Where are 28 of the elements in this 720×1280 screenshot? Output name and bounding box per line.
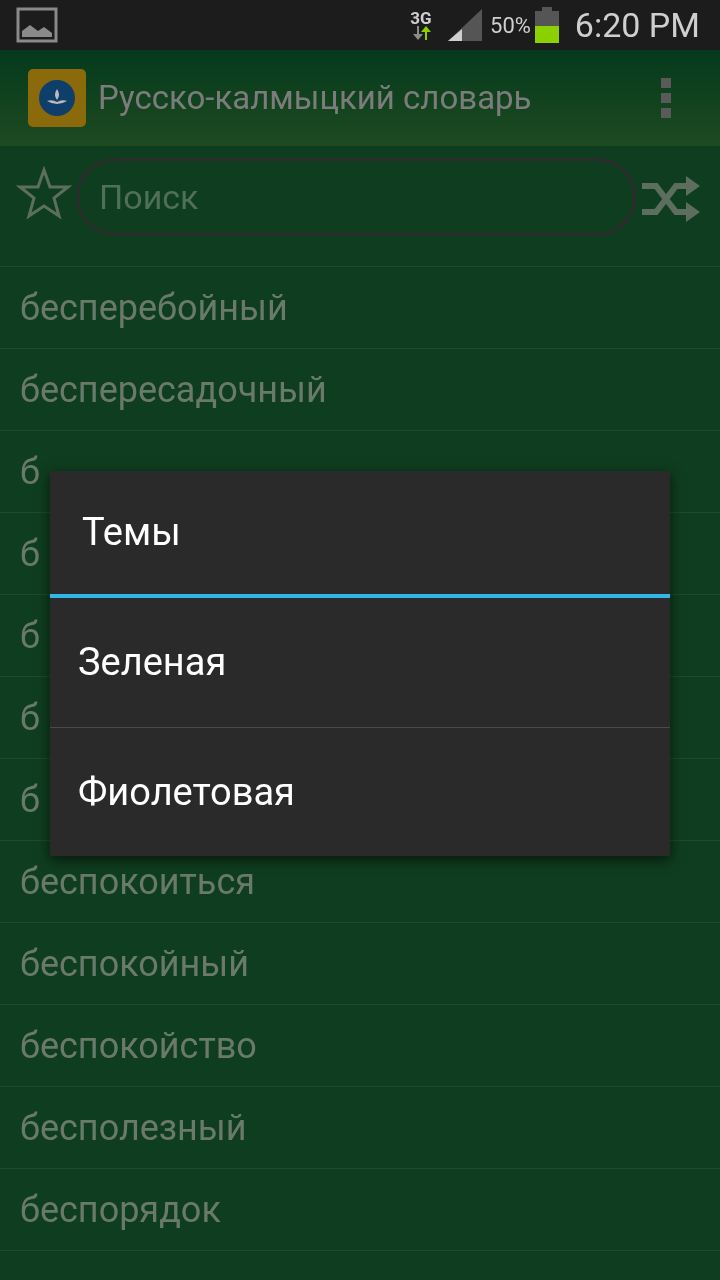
- network-type: 3G: [410, 10, 432, 26]
- word-item[interactable]: беспокойный: [20, 936, 250, 991]
- word-item[interactable]: бесперебойный: [20, 280, 288, 335]
- overflow-menu-icon[interactable]: [660, 78, 672, 118]
- theme-option[interactable]: Фиолетовая: [50, 727, 670, 856]
- word-item[interactable]: беспересадочный: [20, 362, 327, 417]
- word-item[interactable]: б: [20, 526, 40, 581]
- app-title: Русско-калмыцкий словарь: [98, 77, 532, 120]
- dialog-title: Темы: [82, 509, 181, 556]
- battery-icon: [534, 7, 559, 43]
- clock: 6:20 PM: [574, 3, 700, 47]
- star-icon[interactable]: [16, 166, 72, 222]
- word-item[interactable]: б: [20, 444, 40, 499]
- theme-option[interactable]: Зеленая: [50, 598, 670, 727]
- data-arrows-icon: [410, 26, 432, 40]
- word-item[interactable]: беспокоиться: [20, 854, 256, 909]
- word-item[interactable]: бесполезный: [20, 1100, 247, 1155]
- battery-percent: 50%: [490, 11, 531, 40]
- word-item[interactable]: б: [20, 608, 40, 663]
- image-icon: [16, 7, 58, 43]
- word-item[interactable]: б: [20, 690, 40, 745]
- shuffle-icon[interactable]: [640, 174, 700, 224]
- signal-icon: [448, 9, 482, 41]
- app-logo-icon[interactable]: [28, 69, 86, 127]
- search-field[interactable]: Поиск: [76, 158, 636, 236]
- word-item[interactable]: б: [20, 772, 40, 827]
- word-item[interactable]: беспокойство: [20, 1018, 257, 1073]
- word-item[interactable]: беспорядок: [20, 1182, 221, 1237]
